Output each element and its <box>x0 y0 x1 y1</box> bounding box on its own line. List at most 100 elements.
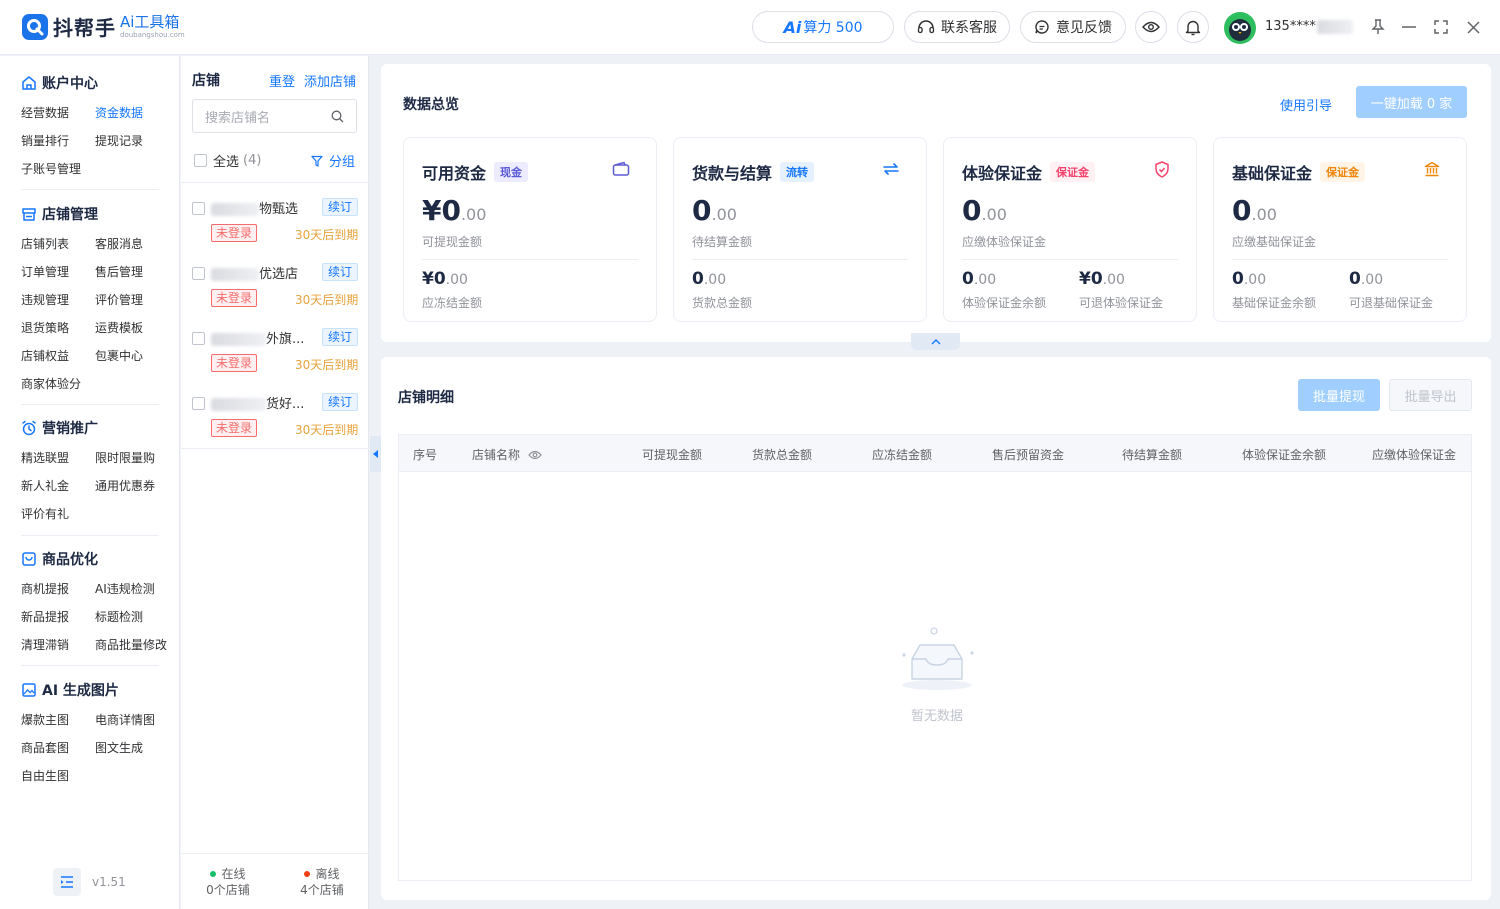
nav-item-sub-accounts[interactable]: 子账号管理 <box>21 160 81 177</box>
sidebar-collapse-button[interactable] <box>53 868 81 896</box>
card-sub-value: 0.00 <box>1349 269 1384 289</box>
nav-item-flash-sale[interactable]: 限时限量购 <box>95 449 155 466</box>
nav-item-opportunity[interactable]: 商机提报 <box>21 580 69 597</box>
card-main-value: ¥0.00 <box>422 194 487 227</box>
group-filter-button[interactable]: 分组 <box>311 151 355 170</box>
nav-item-shipping-template[interactable]: 运费模板 <box>95 319 143 336</box>
nav-item-reviews[interactable]: 评价管理 <box>95 291 143 308</box>
stat-card-payment-settlement: 货款与结算 流转 0.00 待结算金额 0.00 货款总金额 <box>673 137 927 322</box>
card-sub-value: 0.00 <box>1232 269 1267 289</box>
nav-item-newbie-gift[interactable]: 新人礼金 <box>21 477 69 494</box>
renew-button[interactable]: 续订 <box>322 198 359 216</box>
card-sub-label: 应冻结金额 <box>422 296 483 310</box>
shop-checkbox[interactable] <box>192 267 205 280</box>
avatar[interactable] <box>1224 12 1256 44</box>
shop-checkbox[interactable] <box>192 332 205 345</box>
pin-icon[interactable] <box>1368 17 1388 37</box>
nav-item-business-data[interactable]: 经营数据 <box>21 104 69 121</box>
shop-list-item[interactable]: 优选店 续订 未登录 30天后到期 <box>181 254 369 319</box>
nav-item-review-gift[interactable]: 评价有礼 <box>21 505 69 522</box>
column-header: 货款总金额 <box>752 448 813 462</box>
nav-item-featured-alliance[interactable]: 精选联盟 <box>21 449 69 466</box>
batch-withdraw-button[interactable]: 批量提现 <box>1298 379 1380 411</box>
usage-guide-link[interactable]: 使用引导 <box>1280 95 1332 114</box>
image-icon <box>22 683 36 697</box>
nav-section-account[interactable]: 账户中心 <box>21 73 98 93</box>
card-sub-label: 基础保证金余额 <box>1232 296 1317 310</box>
nav-item-orders[interactable]: 订单管理 <box>21 263 69 280</box>
not-logged-in-badge[interactable]: 未登录 <box>211 419 258 437</box>
nav-item-shop-rights[interactable]: 店铺权益 <box>21 347 69 364</box>
online-status: 在线 0个店铺 <box>206 866 250 897</box>
user-phone[interactable]: 135**** <box>1265 19 1353 34</box>
empty-state: 暂无数据 <box>889 625 985 724</box>
nav-section-ai-images[interactable]: AI 生成图片 <box>21 680 119 700</box>
not-logged-in-badge[interactable]: 未登录 <box>211 354 258 372</box>
add-shop-link[interactable]: 添加店铺 <box>304 71 356 90</box>
checkbox[interactable] <box>194 154 207 167</box>
select-all-checkbox[interactable]: 全选 (4) <box>194 151 261 170</box>
card-main-label: 应缴体验保证金 <box>962 235 1047 249</box>
batch-export-button[interactable]: 批量导出 <box>1389 379 1472 411</box>
ai-power-button[interactable]: Ai 算力 500 <box>752 11 894 43</box>
nav-item-hot-main-image[interactable]: 爆款主图 <box>21 711 69 728</box>
eye-button[interactable] <box>1135 11 1167 43</box>
load-all-button[interactable]: 一键加载 0 家 <box>1356 86 1467 118</box>
close-icon[interactable] <box>1463 17 1483 37</box>
nav-section-shop-mgmt[interactable]: 店铺管理 <box>21 204 98 224</box>
nav-section-marketing[interactable]: 营销推广 <box>21 418 98 438</box>
nav-item-after-sales[interactable]: 售后管理 <box>95 263 143 280</box>
shop-list-item[interactable]: 物甄选 续订 未登录 30天后到期 <box>181 189 369 254</box>
nav-item-withdraw-records[interactable]: 提现记录 <box>95 132 143 149</box>
eye-icon[interactable] <box>528 450 542 460</box>
feedback-button[interactable]: 意见反馈 <box>1020 11 1126 43</box>
nav-item-detail-image[interactable]: 电商详情图 <box>95 711 155 728</box>
empty-text: 暂无数据 <box>910 709 963 724</box>
search-icon <box>331 110 344 123</box>
nav-section-product-optimize[interactable]: 商品优化 <box>21 549 98 569</box>
nav-item-cs-messages[interactable]: 客服消息 <box>95 235 143 252</box>
maximize-icon[interactable] <box>1431 17 1451 37</box>
column-header: 应缴体验保证金 <box>1372 448 1457 462</box>
nav-item-return-policy[interactable]: 退货策略 <box>21 319 69 336</box>
store-icon <box>22 208 36 221</box>
online-dot-icon <box>210 871 217 877</box>
nav-item-shop-list[interactable]: 店铺列表 <box>21 235 69 252</box>
nav-item-coupons[interactable]: 通用优惠券 <box>95 477 155 494</box>
not-logged-in-badge[interactable]: 未登录 <box>211 289 258 307</box>
shop-checkbox[interactable] <box>192 397 205 410</box>
renew-button[interactable]: 续订 <box>322 263 359 281</box>
nav-item-free-image[interactable]: 自由生图 <box>21 767 69 784</box>
nav-item-text-image[interactable]: 图文生成 <box>95 739 143 756</box>
nav-item-merchant-score[interactable]: 商家体验分 <box>21 375 81 392</box>
relogin-link[interactable]: 重登 <box>269 71 295 90</box>
shop-list-item[interactable]: 外旗... 续订 未登录 30天后到期 <box>181 319 369 384</box>
renew-button[interactable]: 续订 <box>322 328 359 346</box>
card-sub-label: 可退基础保证金 <box>1349 296 1434 310</box>
renew-button[interactable]: 续订 <box>322 393 359 411</box>
notification-button[interactable] <box>1177 11 1209 43</box>
ai-power-value: 算力 500 <box>803 20 863 36</box>
nav-item-ai-violation[interactable]: AI违规检测 <box>95 580 155 597</box>
logo-mark-icon <box>22 13 48 40</box>
shop-search-input[interactable]: 搜索店铺名 <box>192 99 357 133</box>
customer-service-button[interactable]: 联系客服 <box>904 11 1010 43</box>
nav-item-package-center[interactable]: 包裹中心 <box>95 347 143 364</box>
nav-item-violations[interactable]: 违规管理 <box>21 291 69 308</box>
eye-icon <box>1142 21 1160 33</box>
nav-item-batch-edit[interactable]: 商品批量修改 <box>95 636 167 653</box>
nav-item-title-check[interactable]: 标题检测 <box>95 608 143 625</box>
stat-card-basic-deposit: 基础保证金 保证金 0.00 应缴基础保证金 0.00 基础保证金余额 0.00… <box>1213 137 1467 322</box>
nav-item-fund-data[interactable]: 资金数据 <box>95 104 143 121</box>
nav-item-clear-slow[interactable]: 清理滞销 <box>21 636 69 653</box>
divider <box>181 448 369 449</box>
nav-item-sales-ranking[interactable]: 销量排行 <box>21 132 69 149</box>
shop-checkbox[interactable] <box>192 202 205 215</box>
nav-item-image-set[interactable]: 商品套图 <box>21 739 69 756</box>
not-logged-in-badge[interactable]: 未登录 <box>211 224 258 242</box>
shop-list-item[interactable]: 货好... 续订 未登录 30天后到期 <box>181 384 369 449</box>
overview-collapse-button[interactable] <box>911 333 960 350</box>
nav-item-new-product[interactable]: 新品提报 <box>21 608 69 625</box>
minimize-icon[interactable] <box>1399 17 1419 37</box>
card-title: 货款与结算 <box>692 164 773 183</box>
